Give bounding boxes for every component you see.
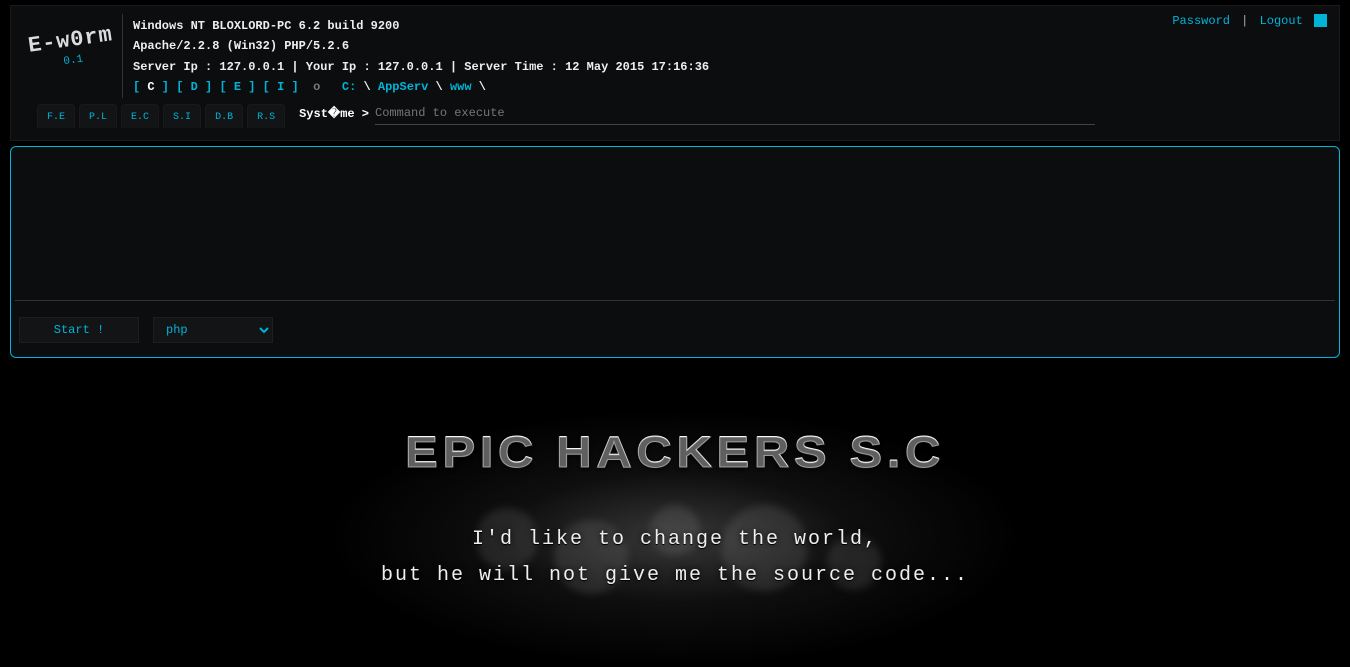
main-box: Start ! php [10,146,1340,358]
tab-si[interactable]: S.I [163,104,201,128]
top-panel: Password | Logout E-w0rm 0.1 Windows NT … [10,5,1340,141]
logout-link[interactable]: Logout [1260,14,1303,28]
language-select[interactable]: php [153,317,273,343]
info-ips: Server Ip : 127.0.0.1 | Your Ip : 127.0.… [133,57,1327,77]
code-textarea[interactable] [15,151,1335,301]
drive-i[interactable]: [ I ] [263,80,299,94]
tab-pl[interactable]: P.L [79,104,117,128]
info-os: Windows NT BLOXLORD-PC 6.2 build 9200 [133,16,1327,36]
prompt-label: Syst�me > [299,106,369,125]
tab-fe[interactable]: F.E [37,104,75,128]
footer-graphic: EPIC HACKERS S.C I'd like to change the … [0,368,1350,594]
drive-c[interactable]: [ C ] [133,80,169,94]
command-input[interactable] [375,106,1095,125]
footer-title: EPIC HACKERS S.C [0,368,1350,478]
tab-ec[interactable]: E.C [121,104,159,128]
tab-rs[interactable]: R.S [247,104,285,128]
path-part-0[interactable]: C: [342,80,356,94]
header-row: E-w0rm 0.1 Windows NT BLOXLORD-PC 6.2 bu… [23,14,1327,98]
logo: E-w0rm 0.1 [20,8,121,74]
path-part-2[interactable]: www [450,80,472,94]
vertical-divider [122,14,123,98]
tab-db[interactable]: D.B [205,104,243,128]
logout-checkbox[interactable] [1314,14,1327,27]
drive-path-nav: [ C ] [ D ] [ E ] [ I ] o C: \ AppServ \… [133,77,1327,97]
start-button[interactable]: Start ! [19,317,139,343]
tabs-row: F.E P.L E.C S.I D.B R.S Syst�me > [23,104,1327,128]
drive-suffix: o [313,80,320,94]
link-divider: | [1241,14,1248,28]
action-row: Start ! php [15,305,1335,353]
footer-sub-line1: I'd like to change the world, [472,528,878,551]
top-links: Password | Logout [1172,14,1327,28]
footer-subtitle: I'd like to change the world, but he wil… [0,522,1350,594]
footer-sub-line2: but he will not give me the source code.… [381,564,969,587]
password-link[interactable]: Password [1172,14,1230,28]
info-server: Apache/2.2.8 (Win32) PHP/5.2.6 [133,36,1327,56]
info-block: Windows NT BLOXLORD-PC 6.2 build 9200 Ap… [133,14,1327,98]
drive-d[interactable]: [ D ] [176,80,212,94]
path-part-1[interactable]: AppServ [378,80,428,94]
drive-e[interactable]: [ E ] [219,80,255,94]
